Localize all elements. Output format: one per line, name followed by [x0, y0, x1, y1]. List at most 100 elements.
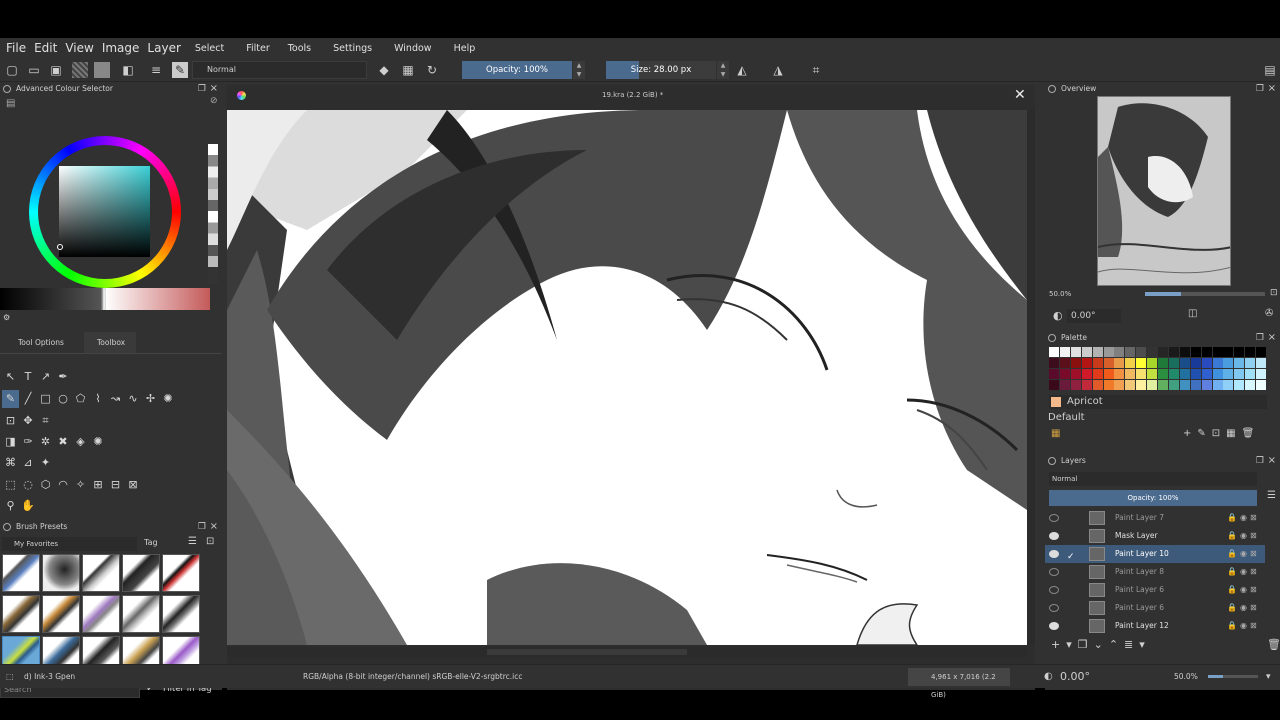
layer-row[interactable]: Paint Layer 12 🔒◉⊠	[1045, 617, 1265, 635]
colorize-icon[interactable]: ✺	[90, 433, 107, 451]
rotate-icon[interactable]: ◐	[1053, 309, 1063, 322]
wrap-around-icon[interactable]: ⌗	[808, 62, 824, 78]
reference-tool-icon[interactable]: ✦	[37, 454, 54, 472]
palette-swatch[interactable]	[1059, 358, 1070, 368]
zoom-tool-icon[interactable]: ⚲	[2, 497, 19, 515]
mirror-view-icon[interactable]: ◫	[1188, 308, 1197, 319]
palette-swatch[interactable]	[1092, 358, 1103, 368]
pattern-icon[interactable]	[94, 62, 110, 78]
palette-swatch[interactable]	[1070, 369, 1081, 379]
layer-lock-icons[interactable]: 🔒◉⊠	[1227, 509, 1260, 527]
brush-preset-icon[interactable]: ✎	[172, 62, 188, 78]
palette-swatch[interactable]	[1136, 380, 1147, 390]
palette-swatch[interactable]	[1179, 358, 1190, 368]
close-icon[interactable]: ×	[210, 520, 218, 534]
palette-swatch[interactable]	[1114, 347, 1125, 357]
close-icon[interactable]: ×	[1268, 454, 1276, 468]
shade-handle[interactable]	[103, 288, 106, 310]
layer-toolbar-icons[interactable]: +▾❐⌄⌃≣▾	[1051, 638, 1151, 651]
assistant-tool-icon[interactable]: ⌘	[2, 454, 19, 472]
float-icon[interactable]: ❐	[1256, 454, 1264, 468]
palette-swatch[interactable]	[1147, 347, 1158, 357]
layer-row[interactable]: ✓ Paint Layer 10 🔒◉⊠	[1045, 545, 1265, 563]
colour-options-icon[interactable]: ⚙	[3, 313, 10, 322]
close-document-icon[interactable]: ✕	[1014, 87, 1026, 103]
brush-preset[interactable]	[122, 554, 160, 592]
palette-swatch[interactable]	[1103, 369, 1114, 379]
float-icon[interactable]: ❐	[198, 520, 206, 534]
layer-lock-icons[interactable]: 🔒◉⊠	[1227, 599, 1260, 617]
menu-image[interactable]: Image	[102, 41, 140, 55]
size-spinner[interactable]: ▲ ▼	[717, 61, 729, 79]
palette-swatch[interactable]	[1114, 358, 1125, 368]
overview-zoom-slider[interactable]	[1145, 292, 1265, 296]
zoom-fit-icon[interactable]: ⊡	[1270, 288, 1278, 298]
palette-swatch[interactable]	[1212, 358, 1223, 368]
freehand-path-icon[interactable]: ∿	[125, 390, 142, 408]
palette-swatch[interactable]	[1147, 380, 1158, 390]
multibrush-icon[interactable]: ✺	[160, 390, 177, 408]
edit-shapes-icon[interactable]: ↗	[37, 368, 54, 386]
layer-lock-icons[interactable]: 🔒◉⊠	[1227, 617, 1260, 635]
palette-swatch[interactable]	[1223, 380, 1234, 390]
dynamic-brush-icon[interactable]: ✢	[142, 390, 159, 408]
palette-swatch[interactable]	[1256, 369, 1267, 379]
palette-swatch[interactable]	[1234, 358, 1245, 368]
polyline-tool-icon[interactable]: ⌇	[90, 390, 107, 408]
contiguous-select-icon[interactable]: ✧	[72, 476, 89, 494]
visibility-icon[interactable]	[1049, 604, 1059, 612]
layer-lock-icons[interactable]: 🔒◉⊠	[1227, 581, 1260, 599]
palette-swatch[interactable]	[1081, 369, 1092, 379]
crop-tool-icon[interactable]: ⊡	[2, 412, 19, 430]
layer-blend-mode-select[interactable]: Normal	[1049, 472, 1257, 486]
palette-swatch[interactable]	[1201, 358, 1212, 368]
transform-tool-icon[interactable]: ⌗	[37, 412, 54, 430]
palette-swatch[interactable]	[1081, 380, 1092, 390]
polygon-tool-icon[interactable]: ⬠	[72, 390, 89, 408]
line-tool-icon[interactable]: ╱	[20, 390, 37, 408]
palette-swatch[interactable]	[1256, 358, 1267, 368]
brush-preset[interactable]	[42, 554, 80, 592]
menu-layer[interactable]: Layer	[147, 41, 180, 55]
mirror-horizontal-icon[interactable]: ◭	[734, 62, 750, 78]
palette-swatch[interactable]	[1201, 369, 1212, 379]
layer-row[interactable]: Paint Layer 8 🔒◉⊠	[1045, 563, 1265, 581]
palette-swatch[interactable]	[1168, 347, 1179, 357]
workspace-icon[interactable]: ▤	[1262, 62, 1278, 78]
palette-swatch[interactable]	[1168, 358, 1179, 368]
palette-swatch[interactable]	[1158, 347, 1168, 357]
palette-swatch[interactable]	[1245, 369, 1256, 379]
float-icon[interactable]: ❐	[198, 82, 206, 96]
palette-swatch[interactable]	[1212, 369, 1223, 379]
palette-swatch[interactable]	[1147, 369, 1158, 379]
palette-swatch[interactable]	[1125, 347, 1136, 357]
delete-layer-icon[interactable]: 🗑	[1267, 638, 1280, 651]
freehand-select-icon[interactable]: ◠	[55, 476, 72, 494]
mirror-vertical-icon[interactable]: ◮	[770, 62, 786, 78]
palette-swatch[interactable]	[1049, 347, 1059, 357]
preset-editor-icon[interactable]: ⊡	[206, 536, 214, 547]
palette-swatch[interactable]	[1059, 380, 1070, 390]
palette-swatch[interactable]	[1092, 369, 1103, 379]
canvas-rotation[interactable]: 0.00°	[1060, 665, 1090, 689]
palette-swatch[interactable]	[1245, 358, 1256, 368]
palette-swatch[interactable]	[1201, 380, 1212, 390]
layer-row[interactable]: Paint Layer 6 🔒◉⊠	[1045, 599, 1265, 617]
palette-swatch[interactable]	[1256, 347, 1267, 357]
palette-swatch[interactable]	[1125, 358, 1136, 368]
blend-mode-select[interactable]: Normal	[192, 61, 367, 79]
palette-swatch[interactable]	[1168, 369, 1179, 379]
opacity-slider[interactable]: Opacity: 100%	[462, 61, 572, 79]
palette-swatch[interactable]	[1168, 380, 1179, 390]
overview-thumbnail[interactable]	[1097, 96, 1231, 286]
menu-view[interactable]: View	[65, 41, 93, 55]
move-tool-icon[interactable]: ✥	[20, 412, 37, 430]
brush-preset[interactable]	[162, 554, 200, 592]
palette-swatch[interactable]	[1212, 347, 1223, 357]
menu-filter[interactable]: Filter	[246, 43, 270, 54]
magnetic-select-icon[interactable]: ⊠	[125, 476, 142, 494]
palette-swatch[interactable]	[1158, 358, 1168, 368]
palette-swatch[interactable]	[1103, 380, 1114, 390]
palette-swatch[interactable]	[1179, 347, 1190, 357]
overview-rotation-input[interactable]: 0.00°	[1067, 309, 1121, 323]
